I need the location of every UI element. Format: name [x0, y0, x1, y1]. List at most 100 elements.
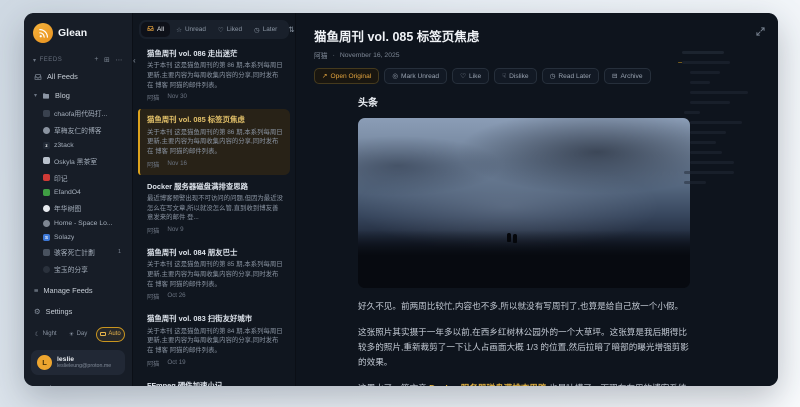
- settings-label: Settings: [46, 307, 73, 316]
- article-hero-image: [358, 118, 690, 288]
- read-later-button[interactable]: ◷ Read Later: [542, 68, 599, 84]
- article-date: Nov 16: [167, 160, 187, 169]
- tab-liked[interactable]: ♡ Liked: [212, 23, 248, 37]
- article-author: 阿猫: [314, 50, 328, 60]
- article-list-panel: ‹ All ☆ Unread ♡ Liked ◷ Later ⇅: [132, 13, 296, 386]
- sidebar-item-feed[interactable]: 印记: [31, 169, 125, 186]
- article-content: 头条 好久不见。前两周比较忙,内容也不多,所以就没有写周刊了,也算是给自己放一个…: [358, 94, 690, 386]
- sidebar-item-feed[interactable]: 年华树图: [31, 200, 125, 217]
- mark-unread-icon: ◎: [392, 72, 398, 80]
- feed-favicon: [43, 110, 50, 117]
- feed-favicon: S: [43, 234, 50, 241]
- dot-separator: ·: [333, 52, 335, 59]
- settings-button[interactable]: ⚙ Settings: [31, 303, 125, 320]
- inbox-icon: [147, 25, 154, 34]
- all-feeds-label: All Feeds: [47, 72, 78, 81]
- article-list-item[interactable]: 猫鱼周刊 vol. 083 扫街友好城市 关于本刊 这是猫鱼周刊的第 84 期,…: [138, 308, 290, 373]
- feed-name: Home - Space Lo...: [54, 220, 113, 227]
- like-button[interactable]: ♡ Like: [452, 68, 489, 84]
- sidebar-item-all-feeds[interactable]: All Feeds: [31, 68, 125, 85]
- sidebar-item-feed[interactable]: z z3tack: [31, 139, 125, 153]
- article-author: 阿猫: [147, 359, 159, 368]
- archive-button[interactable]: ⊟ Archive: [604, 68, 651, 84]
- user-email: leslieleung@proton.me: [57, 363, 111, 369]
- user-name: leslie: [57, 356, 111, 363]
- mark-unread-button[interactable]: ◎ Mark Unread: [384, 68, 447, 84]
- sliders-icon: ≡: [34, 286, 38, 295]
- feed-name: Oskyla 黑茶室: [54, 156, 97, 166]
- manage-feeds-button[interactable]: ≡ Manage Feeds: [31, 282, 125, 299]
- sidebar-item-feed[interactable]: Oskyla 黑茶室: [31, 152, 125, 169]
- article-list-item[interactable]: FFmpeg 硬件加速小记 本文有 AI 参与编写。什么是硬件加速? 硬件加速是…: [138, 375, 290, 386]
- sign-out-button[interactable]: ↦ Sign out: [31, 383, 125, 386]
- sidebar-item-feed[interactable]: Home - Space Lo...: [31, 216, 125, 230]
- add-folder-icon[interactable]: ⊞: [104, 56, 110, 64]
- filter-tabbar: All ☆ Unread ♡ Liked ◷ Later ⇅: [139, 20, 289, 39]
- sidebar-item-feed[interactable]: 骇客死亡計劃 1: [31, 244, 125, 261]
- sun-icon: ☀: [69, 331, 74, 338]
- sidebar-bottom: ≡ Manage Feeds ⚙ Settings ☾ Night ☀ Day …: [31, 278, 125, 386]
- feed-name: EfandO4: [54, 189, 81, 196]
- collapse-sidebar-icon[interactable]: ‹: [133, 57, 136, 65]
- open-original-button[interactable]: ↗ Open Original: [314, 68, 379, 84]
- theme-night-button[interactable]: ☾ Night: [31, 327, 60, 342]
- sidebar-item-feed[interactable]: EfandO4: [31, 186, 125, 200]
- external-link-icon: ↗: [322, 72, 328, 80]
- app-window: Glean ▾ FEEDS + ⊞ ⋯ All Feeds ▾ Blog: [24, 13, 778, 386]
- feed-name: 宝玉的分享: [54, 264, 88, 274]
- manage-feeds-label: Manage Feeds: [43, 286, 92, 295]
- folder-icon: [42, 92, 50, 100]
- theme-day-button[interactable]: ☀ Day: [63, 327, 92, 342]
- heart-icon: ♡: [218, 26, 224, 34]
- chevron-down-icon[interactable]: ▾: [33, 57, 37, 64]
- tab-all[interactable]: All: [141, 22, 170, 37]
- feeds-section-header: ▾ FEEDS + ⊞ ⋯: [31, 56, 125, 64]
- more-options-icon[interactable]: ⋯: [115, 56, 123, 64]
- sidebar-item-feed[interactable]: 宝玉的分享: [31, 261, 125, 278]
- paragraph: 这周水了一篇文章 Docker 服务器磁盘满排查思路,也是吐槽了一下现在在用的博…: [358, 381, 690, 386]
- app-logo[interactable]: Glean: [31, 22, 125, 43]
- clock-icon: ◷: [550, 72, 556, 80]
- theme-auto-button[interactable]: Auto: [96, 327, 125, 342]
- chevron-down-icon: ▾: [34, 92, 37, 99]
- unread-count-badge: 1: [118, 249, 123, 255]
- feed-name: chaofa用代码打...: [54, 108, 107, 118]
- article-date: Nov 9: [167, 226, 183, 235]
- tab-unread[interactable]: ☆ Unread: [170, 23, 212, 37]
- article-author: 阿猫: [147, 226, 159, 235]
- app-title: Glean: [58, 27, 87, 39]
- sidebar-item-feed[interactable]: chaofa用代码打...: [31, 105, 125, 122]
- article-date: November 16, 2025: [340, 52, 400, 59]
- dislike-button[interactable]: ☟ Dislike: [494, 68, 536, 84]
- theme-toggle: ☾ Night ☀ Day Auto: [31, 327, 125, 342]
- sidebar-item-feed[interactable]: S Solazy: [31, 230, 125, 244]
- heart-icon: ♡: [460, 72, 466, 80]
- article-list-item[interactable]: 猫鱼周刊 vol. 084 朋友巴士 关于本刊 这是猫鱼周刊的第 85 期,本系…: [138, 242, 290, 307]
- sidebar-item-feed[interactable]: 草梅友仁的博客: [31, 122, 125, 139]
- expand-icon[interactable]: [756, 23, 765, 41]
- folder-label: Blog: [55, 91, 70, 100]
- thumbs-down-icon: ☟: [502, 72, 506, 80]
- sidebar-folder-blog[interactable]: ▾ Blog: [31, 87, 125, 104]
- article-list: 猫鱼周刊 vol. 086 走出迷茫 关于本刊 这是猫鱼周刊的第 86 期,本系…: [133, 43, 295, 386]
- add-feed-icon[interactable]: +: [94, 56, 99, 64]
- user-card[interactable]: L leslie leslieleung@proton.me: [31, 350, 125, 375]
- feed-favicon: [43, 205, 50, 212]
- article-list-item[interactable]: 猫鱼周刊 vol. 086 走出迷茫 关于本刊 这是猫鱼周刊的第 86 期,本系…: [138, 43, 290, 108]
- feed-favicon: [43, 220, 50, 227]
- tab-later[interactable]: ◷ Later: [248, 23, 283, 37]
- article-date: Nov 30: [167, 93, 187, 102]
- feed-name: 骇客死亡計劃: [54, 247, 95, 257]
- feeds-section-label: FEEDS: [40, 57, 63, 63]
- article-author: 阿猫: [147, 160, 159, 169]
- paragraph: 好久不见。前两周比较忙,内容也不多,所以就没有写周刊了,也算是给自己放一个小假。: [358, 299, 690, 314]
- monitor-icon: [100, 332, 106, 337]
- article-author: 阿猫: [147, 292, 159, 301]
- feed-list: chaofa用代码打... 草梅友仁的博客 z z3tack Oskyla 黑茶…: [31, 105, 125, 278]
- article-list-item-selected[interactable]: 猫鱼周刊 vol. 085 标签页焦虑 关于本刊 这是猫鱼周刊的第 86 期,本…: [138, 109, 290, 174]
- feed-name: 年华树图: [54, 203, 81, 213]
- inline-article-link[interactable]: Docker 服务器磁盘满排查思路: [429, 383, 546, 386]
- clock-icon: ◷: [254, 26, 260, 34]
- article-list-item[interactable]: Docker 服务器磁盘满排查思路 最近博客预警出现不可访问的问题,但因为最近没…: [138, 176, 290, 241]
- feed-favicon: z: [43, 142, 50, 149]
